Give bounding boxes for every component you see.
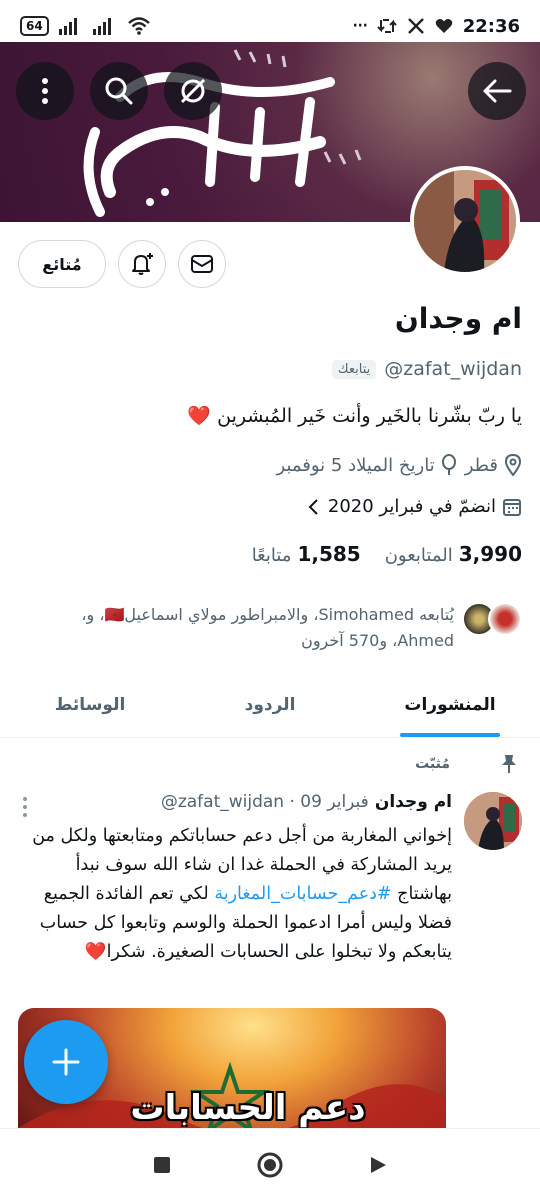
signal-icon [58,18,77,35]
profile-results-label: مُتائع [42,254,82,274]
back-button[interactable] [468,62,526,120]
following-count: 1,585 [297,542,361,566]
mutual-avatar-1 [488,602,522,636]
followers-label: المتابعون [384,545,453,566]
profile-meta-row: قطر تاريخ الميلاد 5 نوفمبر [276,454,522,476]
tweet-more-icon [23,797,27,817]
joined-item: انضمّ في فبراير 2020 [328,496,522,517]
plus-icon [52,1048,80,1076]
followers-stat[interactable]: 3,990 المتابعون [385,542,522,566]
notifications-button[interactable] [118,240,166,288]
tweet-header: ام وجدان @zafat_wijdan · 09 فبراير [161,792,452,812]
tab-posts[interactable]: المنشورات [360,672,540,737]
search-icon [105,77,133,105]
handle-row: @zafat_wijdan يتابعك [331,358,522,380]
calendar-icon [503,498,521,516]
balloon-icon [441,454,456,475]
followers-count: 3,990 [458,542,522,566]
birthday-text: تاريخ الميلاد 5 نوفمبر [276,454,435,476]
follows-you-badge: يتابعك [331,359,377,379]
followed-by-text: يُتابعه Simohamed، والامبراطور مولاي اسم… [81,605,454,650]
back-triangle-icon[interactable] [368,1155,388,1175]
profile-stats: 3,990 المتابعون 1,585 متابعًا [252,542,522,566]
profile-bio: يا ربّ بشّرنا بالخَير وأنت خَير المُبشري… [18,404,522,427]
bio-text: يا ربّ بشّرنا بالخَير وأنت خَير المُبشري… [217,405,522,427]
envelope-icon [191,255,213,273]
battery-indicator: 64 [20,16,49,36]
avatar-image [414,170,516,272]
following-label: متابعًا [251,545,292,566]
status-bar-right: ··· 22:36 [352,14,520,39]
chevron-left-icon [308,498,318,515]
followed-by-row[interactable]: يُتابعه Simohamed، والامبراطور مولاي اسم… [18,602,522,654]
profile-tabs: المنشورات الردود الوسائط [0,672,540,738]
mutual-avatars [462,602,522,654]
signal-icon-2 [92,18,111,35]
tweet-author-name[interactable]: ام وجدان [375,792,452,812]
tab-replies[interactable]: الردود [180,672,360,737]
tweet-author-avatar[interactable] [464,792,522,850]
more-notifications-icon: ··· [351,13,369,39]
more-options-button[interactable] [16,62,74,120]
joined-text: انضمّ في فبراير 2020 [327,496,496,517]
tab-media[interactable]: الوسائط [0,672,180,737]
system-nav-bar [0,1128,540,1200]
tweet-avatar-image [464,792,522,850]
tweet-more-button[interactable] [22,796,28,818]
search-button[interactable] [90,62,148,120]
heart-notification-icon [435,19,452,33]
bell-plus-icon [132,253,153,275]
recents-square-icon[interactable] [152,1155,172,1175]
wifi-icon [127,17,150,35]
pin-icon [502,755,516,773]
bio-heart-emoji: ❤️ [187,405,212,427]
tweet-hashtag[interactable]: #دعم_حسابات_المغاربة [214,884,391,904]
profile-results-button[interactable]: مُتائع [18,240,106,288]
location-item: قطر [465,454,522,476]
profile-handle: @zafat_wijdan [384,358,522,380]
following-stat[interactable]: 1,585 متابعًا [252,542,361,566]
pinned-indicator: مُثبّت [415,754,518,774]
x-logo-icon [407,18,424,34]
clock: 22:36 [462,15,520,37]
compose-button[interactable] [24,1020,108,1104]
profile-avatar[interactable] [410,166,520,276]
arrow-back-icon [483,79,512,103]
location-pin-icon [504,454,522,476]
grok-button[interactable] [164,62,222,120]
pinned-label: مُثبّت [415,756,450,772]
retweet-notification-icon [376,19,397,33]
tweet-meta: @zafat_wijdan · 09 فبراير [160,792,369,812]
tweet-body: إخواني المغاربة من أجل دعم حساباتكم ومتا… [22,822,452,967]
message-button[interactable] [178,240,226,288]
location-text: قطر [464,454,498,476]
profile-display-name: ام وجدان [394,302,522,335]
joined-row[interactable]: انضمّ في فبراير 2020 [308,496,522,517]
grok-icon [180,78,206,104]
birthday-item: تاريخ الميلاد 5 نوفمبر [276,454,456,476]
vertical-dots-icon [42,78,48,104]
status-bar-left: 64 [20,16,151,36]
home-circle-icon[interactable] [256,1151,284,1179]
